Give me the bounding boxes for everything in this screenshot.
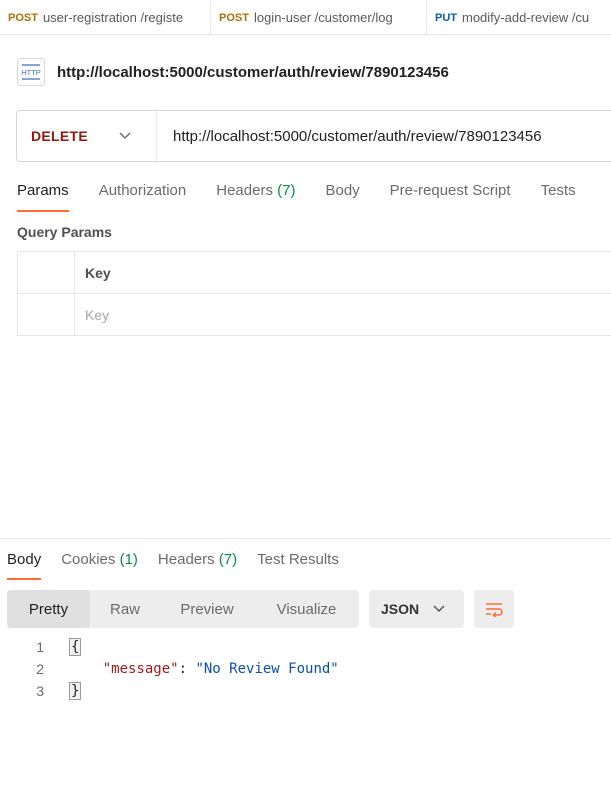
tab-label: Headers (216, 182, 273, 199)
json-value: "No Review Found" (195, 661, 339, 677)
response-tabs: Body Cookies (1) Headers (7) Test Result… (7, 548, 359, 580)
request-tab-user-registration[interactable]: POST user-registration /registe (0, 0, 211, 34)
tab-tests[interactable]: Tests (541, 178, 576, 212)
table-header-row: Key (18, 252, 611, 294)
request-title[interactable]: http://localhost:5000/customer/auth/revi… (57, 64, 449, 81)
response-tab-test-results[interactable]: Test Results (257, 548, 339, 580)
format-select[interactable]: JSON (369, 590, 464, 628)
request-config-tabs: Params Authorization Headers (7) Body Pr… (17, 178, 606, 212)
tab-label: Test Results (257, 551, 339, 568)
row-checkbox-cell (18, 294, 75, 335)
tab-label: Pre-request Script (389, 182, 511, 199)
tab-label: Cookies (61, 551, 116, 568)
http-method-select[interactable]: DELETE (17, 111, 157, 161)
tab-label: Tests (540, 182, 576, 199)
response-tab-cookies[interactable]: Cookies (1) (61, 548, 138, 580)
tab-label: Body (325, 182, 360, 199)
tab-label: Authorization (98, 182, 187, 199)
request-tab-strip: POST user-registration /registe POST log… (0, 0, 611, 35)
table-row: Key (18, 294, 611, 336)
view-mode-segmented-control: Pretty Raw Preview Visualize (7, 590, 359, 628)
tab-body[interactable]: Body (325, 178, 359, 212)
chevron-down-icon (119, 132, 131, 139)
tab-name: user-registration /registe (42, 10, 184, 25)
column-header-key: Key (85, 264, 111, 281)
view-mode-pretty[interactable]: Pretty (7, 590, 90, 628)
tab-count: (1) (119, 551, 138, 568)
line-number: 3 (36, 683, 44, 699)
code-line: 3 } (0, 680, 611, 702)
tab-headers[interactable]: Headers (7) (216, 178, 295, 212)
wrap-lines-button[interactable] (474, 590, 514, 628)
response-tab-body[interactable]: Body (7, 548, 42, 580)
tab-pre-request-script[interactable]: Pre-request Script (390, 178, 511, 212)
response-body-editor[interactable]: 1 { 2 "message": "No Review Found" 3 } (0, 636, 611, 702)
chevron-down-icon (433, 605, 445, 612)
format-value: JSON (381, 601, 420, 617)
code-line: 1 { (0, 636, 611, 658)
response-tab-headers[interactable]: Headers (7) (158, 548, 237, 580)
tab-count: (7) (218, 551, 238, 568)
json-key: "message" (102, 661, 179, 677)
tab-method-badge: POST (219, 11, 249, 24)
view-mode-visualize[interactable]: Visualize (254, 590, 359, 628)
tab-name: login-user /customer/log (253, 10, 393, 25)
view-mode-preview[interactable]: Preview (160, 590, 254, 628)
query-params-table: Key Key (17, 251, 611, 336)
tab-count: (7) (277, 182, 296, 199)
url-bar: DELETE http://localhost:5000/customer/au… (16, 110, 611, 162)
tab-method-badge: PUT (435, 11, 457, 24)
request-tab-modify-add-review[interactable]: PUT modify-add-review /cu (427, 0, 611, 34)
query-params-heading: Query Params (17, 224, 112, 240)
tab-label: Headers (157, 551, 215, 568)
tab-name: modify-add-review /cu (462, 10, 590, 25)
checkbox-column (18, 252, 75, 293)
tab-label: Params (17, 182, 69, 199)
http-icon-label: HTTP (21, 68, 41, 77)
response-divider[interactable] (0, 538, 611, 539)
close-brace: } (69, 682, 82, 700)
tab-authorization[interactable]: Authorization (99, 178, 187, 212)
line-number: 1 (36, 639, 44, 655)
wrap-lines-icon (486, 603, 503, 617)
request-title-bar: HTTP http://localhost:5000/customer/auth… (17, 57, 449, 87)
key-input[interactable]: Key (75, 294, 611, 335)
http-request-icon: HTTP (17, 58, 45, 86)
http-method-value: DELETE (31, 128, 89, 144)
request-tab-login-user[interactable]: POST login-user /customer/log (211, 0, 427, 34)
url-input[interactable]: http://localhost:5000/customer/auth/revi… (157, 111, 611, 161)
line-number: 2 (36, 661, 44, 677)
code-line: 2 "message": "No Review Found" (0, 658, 611, 680)
tab-method-badge: POST (8, 11, 38, 24)
view-mode-raw[interactable]: Raw (90, 590, 160, 628)
open-brace: { (69, 638, 82, 656)
json-colon: : (178, 661, 196, 677)
tab-params[interactable]: Params (17, 178, 69, 212)
tab-label: Body (7, 551, 42, 568)
